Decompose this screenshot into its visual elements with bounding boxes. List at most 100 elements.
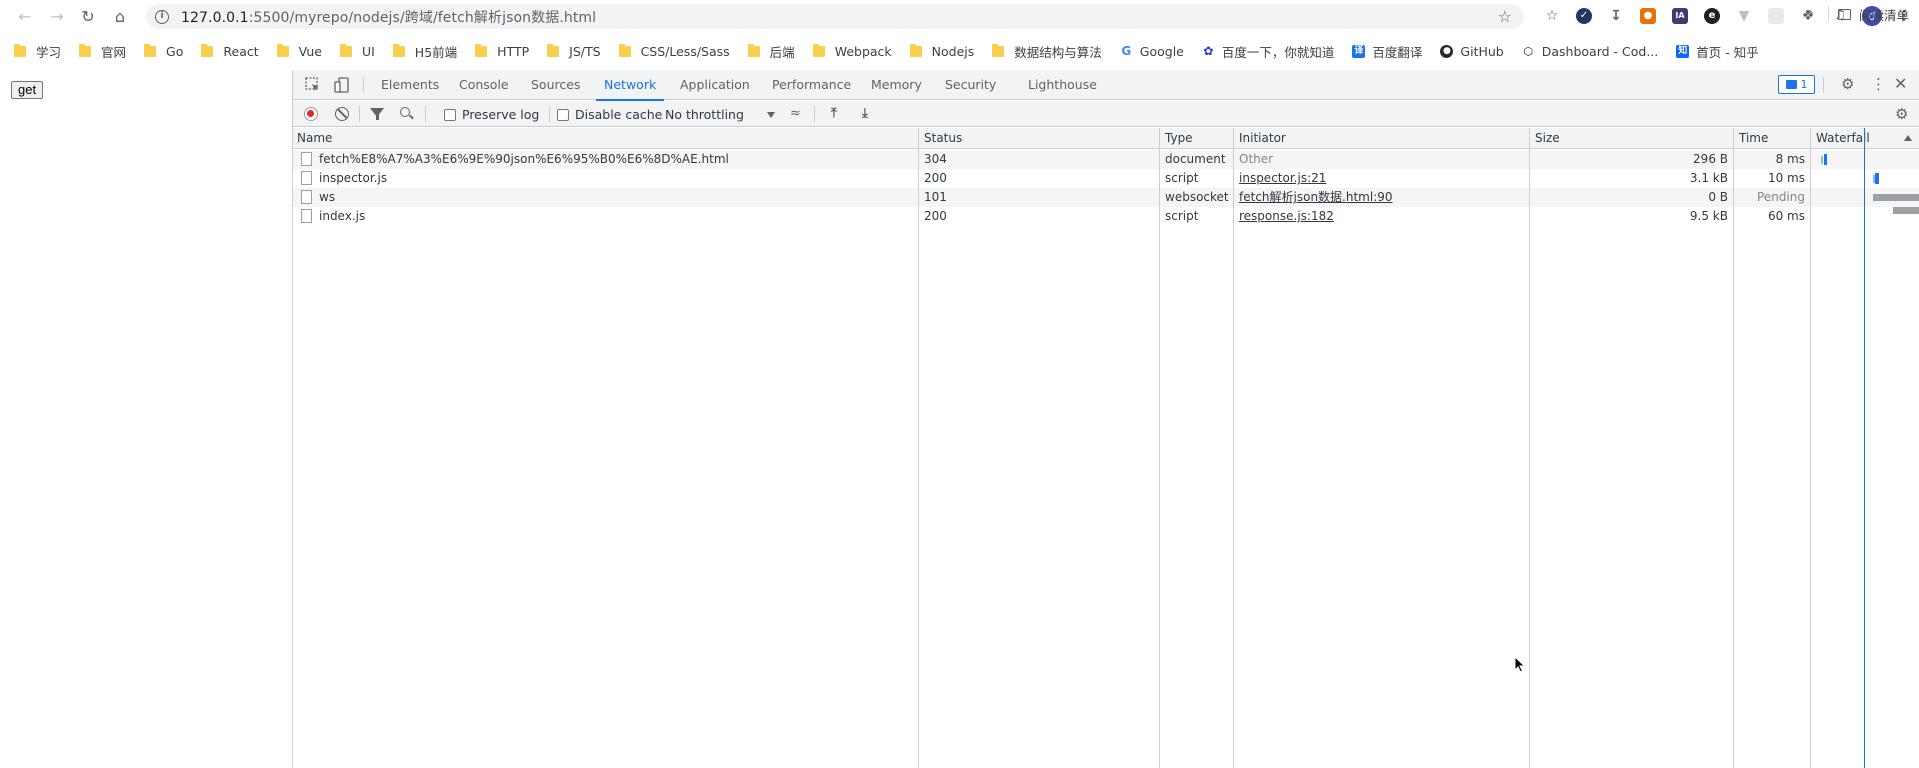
bookmark-folder[interactable]: Go [144, 43, 183, 59]
extension-e-icon[interactable]: e [1696, 4, 1728, 28]
bookmark-folder[interactable]: 学习 [14, 42, 61, 61]
bookmark-manager-icon[interactable]: ☆ [1536, 4, 1568, 28]
network-conditions-icon[interactable]: ≈ [790, 106, 801, 121]
url-host: 127.0.0.1 [181, 9, 249, 26]
table-row[interactable]: fetch%E8%A7%A3%E6%9E%90json%E6%95%B0%E6%… [293, 150, 1919, 169]
bookmark-folder[interactable]: 官网 [79, 42, 126, 61]
checkbox-box[interactable] [444, 108, 456, 121]
bookmark-folder[interactable]: 数据结构与算法 [992, 42, 1102, 61]
column-header-name[interactable]: Name [293, 128, 332, 149]
reading-list-button[interactable]: 阅读清单 [1838, 5, 1909, 24]
status-cell: 101 [924, 190, 947, 204]
bookmark-folder[interactable]: React [201, 43, 259, 59]
chevron-down-icon[interactable] [767, 112, 775, 118]
bookmark-folder[interactable]: Nodejs [909, 43, 975, 59]
back-icon[interactable]: ← [12, 3, 38, 29]
bookmark-folder[interactable]: Webpack [812, 43, 892, 59]
bookmark-star-icon[interactable]: ☆ [1498, 7, 1512, 26]
get-button[interactable]: get [11, 81, 44, 99]
bookmark-link[interactable]: ● GitHub [1440, 44, 1504, 59]
column-header-status[interactable]: Status [920, 128, 962, 149]
import-har-icon[interactable]: ⤒ [831, 106, 837, 121]
requests-table: Name Status Type Initiator Size Time Wat… [293, 128, 1919, 768]
table-row[interactable]: index.js 200 script response.js:182 9.5 … [293, 207, 1919, 226]
tab-memory[interactable]: Memory [871, 70, 922, 100]
initiator-link[interactable]: inspector.js:21 [1239, 171, 1326, 185]
tab-performance[interactable]: Performance [772, 70, 851, 100]
column-header-size[interactable]: Size [1531, 128, 1560, 149]
folder-icon [79, 43, 92, 57]
address-bar[interactable]: i 127.0.0.1:5500/myrepo/nodejs/跨域/fetch解… [146, 4, 1524, 29]
folder-icon [909, 43, 922, 57]
export-har-icon[interactable]: ⤓ [862, 106, 868, 121]
tab-sources[interactable]: Sources [531, 70, 580, 100]
extension-ia-icon[interactable]: IA [1664, 4, 1696, 28]
tab-application[interactable]: Application [680, 70, 750, 100]
download-icon[interactable]: ↧ [1600, 4, 1632, 28]
column-header-time[interactable]: Time [1735, 128, 1768, 149]
filter-icon[interactable] [370, 108, 384, 120]
extension-lock-icon[interactable]: ● [1632, 4, 1664, 28]
bookmark-folder[interactable]: HTTP [475, 43, 529, 59]
column-divider[interactable] [1733, 128, 1734, 768]
reload-icon[interactable]: ↻ [75, 3, 101, 29]
column-divider[interactable] [1233, 128, 1234, 768]
column-divider[interactable] [1159, 128, 1160, 768]
tab-network[interactable]: Network [595, 70, 665, 101]
search-icon[interactable] [400, 107, 410, 117]
column-header-type[interactable]: Type [1161, 128, 1193, 149]
bookmark-label: CSS/Less/Sass [640, 43, 730, 59]
inspect-element-icon[interactable] [304, 76, 322, 94]
extension-vue-icon[interactable]: ▼ [1728, 4, 1760, 28]
bookmark-link[interactable]: 译百度翻译 [1352, 42, 1422, 61]
throttling-select[interactable]: No throttling [665, 107, 744, 122]
bookmark-label: 后端 [769, 44, 795, 60]
issues-counter-button[interactable]: 1 [1778, 75, 1815, 94]
site-info-icon[interactable]: i [155, 9, 169, 24]
more-bookmarks-button[interactable]: » [1805, 5, 1814, 21]
settings-gear-icon[interactable]: ⚙ [1841, 75, 1854, 93]
bookmark-link[interactable]: ⬡ Dashboard - Cod... [1522, 44, 1658, 59]
type-cell: document [1165, 152, 1226, 166]
table-row[interactable]: ws 101 websocket fetch解析json数据.html:90 0… [293, 188, 1919, 207]
column-divider[interactable] [1810, 128, 1811, 768]
column-divider[interactable] [918, 128, 919, 768]
bookmark-link[interactable]: ✿ 百度一下，你就知道 [1202, 42, 1334, 61]
extension-placeholder-icon[interactable] [1760, 4, 1792, 28]
record-icon[interactable] [304, 107, 318, 121]
column-header-waterfall[interactable]: Waterfall [1812, 128, 1870, 149]
network-settings-gear-icon[interactable]: ⚙ [1895, 105, 1908, 123]
bookmark-folder[interactable]: CSS/Less/Sass [618, 43, 730, 59]
tab-console[interactable]: Console [459, 70, 509, 100]
close-devtools-icon[interactable]: ✕ [1894, 74, 1907, 93]
table-row[interactable]: inspector.js 200 script inspector.js:21 … [293, 169, 1919, 188]
devtools-menu-icon[interactable]: ⋮ [1871, 75, 1886, 93]
sort-ascending-icon[interactable] [1904, 135, 1912, 141]
bookmark-label: Nodejs [931, 43, 975, 59]
device-toolbar-icon[interactable] [333, 76, 351, 94]
bookmark-link[interactable]: 知首页 - 知乎 [1676, 42, 1759, 61]
tab-elements[interactable]: Elements [381, 70, 439, 100]
divider [359, 106, 360, 122]
home-icon[interactable]: ⌂ [107, 3, 133, 29]
checkbox-box[interactable] [557, 108, 569, 121]
bookmark-folder[interactable]: JS/TS [547, 43, 601, 59]
column-header-initiator[interactable]: Initiator [1235, 128, 1286, 149]
bookmark-folder[interactable]: H5前端 [392, 42, 457, 61]
tab-lighthouse[interactable]: Lighthouse [1028, 70, 1097, 100]
bookmark-folder[interactable]: 后端 [747, 42, 795, 61]
preserve-log-checkbox[interactable]: Preserve log [444, 107, 539, 122]
bookmark-link[interactable]: G Google [1120, 44, 1184, 59]
bookmark-folder[interactable]: Vue [276, 43, 322, 59]
forward-icon[interactable]: → [44, 3, 70, 29]
clear-icon[interactable] [335, 107, 349, 121]
disable-cache-checkbox[interactable]: Disable cache [557, 107, 662, 122]
column-divider[interactable] [1529, 128, 1530, 768]
bookmark-folder[interactable]: UI [339, 43, 375, 59]
tab-security[interactable]: Security [945, 70, 996, 100]
initiator-link[interactable]: fetch解析json数据.html:90 [1239, 190, 1393, 204]
url-text[interactable]: 127.0.0.1:5500/myrepo/nodejs/跨域/fetch解析j… [181, 7, 596, 27]
initiator-link[interactable]: response.js:182 [1239, 209, 1334, 223]
extension-check-icon[interactable]: ✓ [1568, 4, 1600, 28]
bookmark-label: Webpack [834, 43, 892, 59]
